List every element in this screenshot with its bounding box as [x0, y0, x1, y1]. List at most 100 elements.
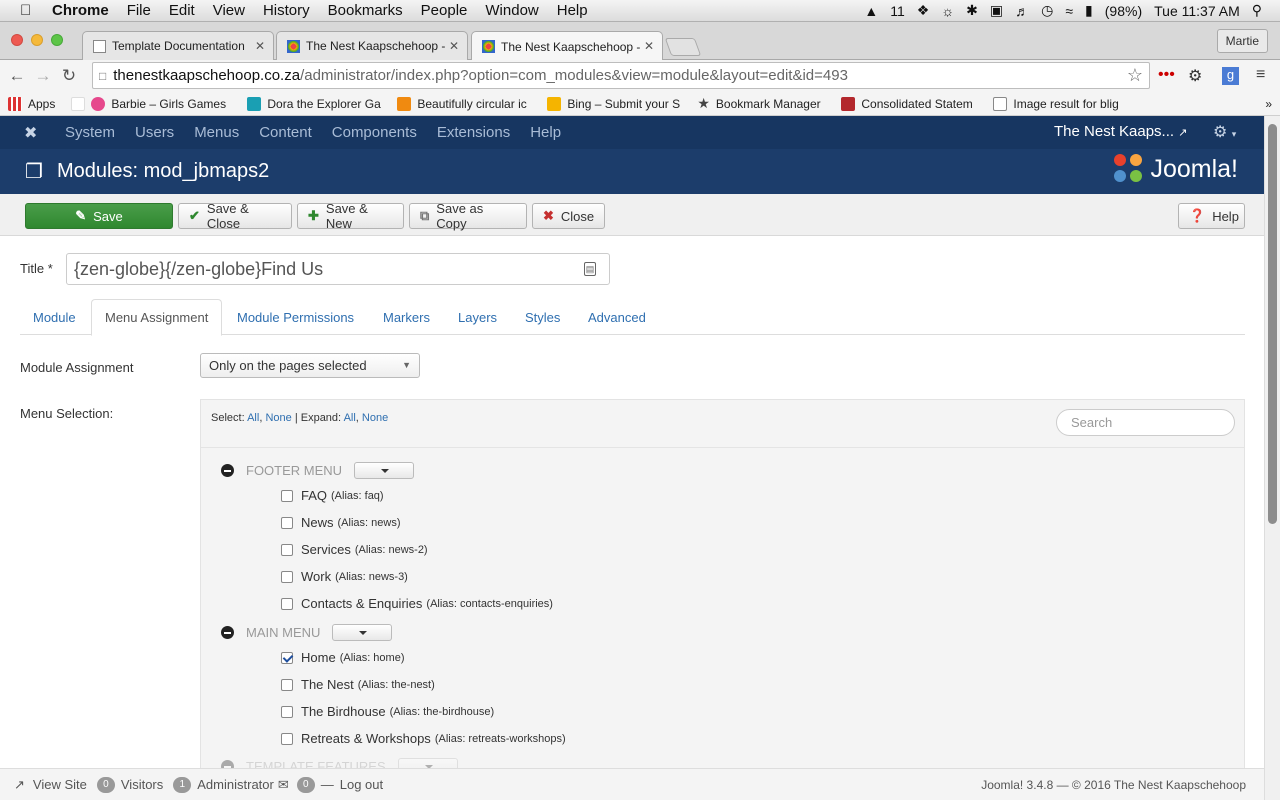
select-all-link[interactable]: All [247, 412, 259, 424]
menu-item-label[interactable]: News [301, 515, 334, 530]
menu-item-checkbox[interactable] [281, 543, 293, 556]
save-copy-button[interactable]: ⧉ Save as Copy [409, 201, 527, 231]
menu-item-label[interactable]: The Nest [301, 677, 354, 692]
bookmark-manager[interactable]: ★ Bookmark Manager [697, 95, 825, 112]
bookmark-dora[interactable]: Dora the Explorer Ga [247, 96, 381, 111]
bookmark-barbie[interactable]: Barbie – Girls Games [71, 96, 231, 111]
battery-icon[interactable]: ▮ [1085, 2, 1093, 19]
menu-group-dropdown-button[interactable] [332, 624, 393, 641]
back-icon[interactable]: ← [4, 66, 30, 86]
collapse-icon[interactable] [221, 626, 234, 639]
nav-content[interactable]: Content [259, 124, 312, 141]
joomla-logo-icon[interactable]: ✖ [24, 123, 44, 143]
close-tab-icon[interactable]: ✕ [449, 39, 459, 53]
menu-chrome[interactable]: Chrome [52, 2, 109, 19]
google-icon[interactable]: g [1222, 67, 1239, 85]
menu-item-checkbox[interactable] [281, 597, 293, 610]
minimize-window-icon[interactable] [31, 34, 43, 46]
contact-card-icon[interactable]: ▤ [584, 262, 596, 276]
spotlight-icon[interactable]: ⚲ [1252, 2, 1262, 19]
menu-icon[interactable]: ≡ [1256, 66, 1265, 84]
nav-components[interactable]: Components [332, 124, 417, 141]
save-close-button[interactable]: ✔ Save & Close [178, 201, 292, 231]
menu-item-label[interactable]: FAQ [301, 488, 327, 503]
apple-icon[interactable]:  [20, 2, 38, 19]
browser-tab-1[interactable]: Template Documentation ✕ [82, 31, 274, 60]
bookmark-consolidated[interactable]: Consolidated Statem [841, 96, 977, 111]
menu-item-label[interactable]: Contacts & Enquiries [301, 596, 422, 611]
nav-help[interactable]: Help [530, 124, 561, 141]
menu-item-label[interactable]: Services [301, 542, 351, 557]
tab-advanced[interactable]: Advanced [575, 299, 659, 335]
more-bookmarks-icon[interactable]: » [1265, 97, 1272, 111]
notification-count[interactable]: 11 [890, 3, 905, 19]
close-tab-icon[interactable]: ✕ [644, 39, 654, 53]
menu-group-dropdown-button[interactable] [354, 462, 415, 479]
tab-module-permissions[interactable]: Module Permissions [224, 299, 367, 335]
page-scrollbar[interactable] [1264, 116, 1280, 800]
tab-module[interactable]: Module [20, 299, 89, 335]
new-tab-button[interactable] [664, 38, 702, 56]
forward-icon[interactable]: → [30, 66, 56, 86]
menu-item-checkbox-checked[interactable] [281, 651, 293, 664]
reload-icon[interactable]: ↻ [56, 66, 82, 86]
menu-item-checkbox[interactable] [281, 678, 293, 691]
bookmark-star-icon[interactable]: ☆ [1127, 65, 1143, 86]
menu-item-checkbox[interactable] [281, 570, 293, 583]
collapse-icon[interactable] [221, 464, 234, 477]
envelope-icon[interactable]: ✉ [278, 777, 289, 793]
wifi-icon[interactable]: ≈ [1065, 3, 1073, 19]
help-button[interactable]: ❓ Help [1178, 203, 1245, 229]
close-button[interactable]: ✖ Close [532, 203, 605, 229]
menu-item-checkbox[interactable] [281, 516, 293, 529]
page-info-icon[interactable]: □ [99, 69, 106, 83]
nav-system[interactable]: System [65, 124, 115, 141]
scrollbar-thumb[interactable] [1268, 124, 1277, 524]
browser-tab-2[interactable]: The Nest Kaapschehoop - ✕ [276, 31, 468, 60]
expand-all-link[interactable]: All [344, 412, 356, 424]
address-bar[interactable]: □ thenestkaapschehoop.co.za/administrato… [92, 62, 1150, 89]
bookmark-bing[interactable]: Bing – Submit your S [547, 96, 681, 111]
menu-item-checkbox[interactable] [281, 705, 293, 718]
site-name-link[interactable]: The Nest Kaaps... ↗ [1054, 123, 1187, 140]
close-tab-icon[interactable]: ✕ [255, 39, 265, 53]
maximize-window-icon[interactable] [51, 34, 63, 46]
tab-styles[interactable]: Styles [512, 299, 573, 335]
menu-item-label[interactable]: Retreats & Workshops [301, 731, 431, 746]
menu-item-checkbox[interactable] [281, 489, 293, 502]
menu-item-label[interactable]: Work [301, 569, 331, 584]
menu-item-label[interactable]: Home [301, 650, 336, 665]
save-new-button[interactable]: ✚ Save & New [297, 201, 404, 231]
expand-none-link[interactable]: None [362, 412, 388, 424]
module-assignment-select[interactable]: Only on the pages selected ▼ [200, 353, 420, 378]
bluetooth-icon[interactable]: ✱ [966, 2, 978, 19]
browser-tab-3[interactable]: The Nest Kaapschehoop - ✕ [471, 31, 663, 61]
title-field[interactable] [66, 253, 610, 285]
adobe-icon[interactable]: ▲ [864, 3, 878, 19]
clock-text[interactable]: Tue 11:37 AM [1154, 3, 1240, 19]
volume-icon[interactable]: ♬ [1015, 3, 1029, 19]
menu-item-label[interactable]: The Birdhouse [301, 704, 386, 719]
menu-people[interactable]: People [421, 2, 468, 19]
nav-users[interactable]: Users [135, 124, 174, 141]
user-menu-gear-icon[interactable]: ⚙ ▾ [1213, 122, 1236, 142]
nav-extensions[interactable]: Extensions [437, 124, 510, 141]
menu-edit[interactable]: Edit [169, 2, 195, 19]
close-window-icon[interactable] [11, 34, 23, 46]
bookmark-image-result[interactable]: Image result for blig [993, 96, 1129, 111]
select-none-link[interactable]: None [265, 412, 291, 424]
profile-button[interactable]: Martie [1216, 29, 1268, 53]
sync-icon[interactable]: ☼ [941, 3, 954, 19]
menu-window[interactable]: Window [485, 2, 538, 19]
lastpass-icon[interactable]: ••• [1158, 66, 1175, 84]
bookmark-circular[interactable]: Beautifully circular ic [397, 96, 531, 111]
dropbox-icon[interactable]: ❖ [917, 2, 930, 19]
menu-file[interactable]: File [127, 2, 151, 19]
menu-help[interactable]: Help [557, 2, 588, 19]
tab-menu-assignment[interactable]: Menu Assignment [91, 299, 223, 336]
tab-layers[interactable]: Layers [445, 299, 510, 335]
tab-markers[interactable]: Markers [370, 299, 443, 335]
menu-view[interactable]: View [213, 2, 245, 19]
logout-link[interactable]: Log out [340, 777, 383, 792]
display-icon[interactable]: ▣ [990, 2, 1003, 19]
